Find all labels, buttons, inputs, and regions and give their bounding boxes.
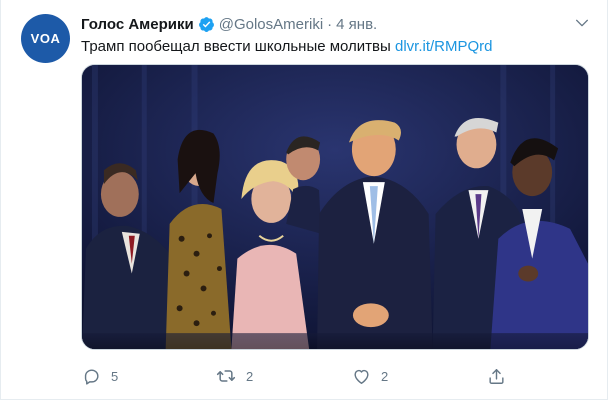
- photo-image: [82, 65, 588, 349]
- share-button[interactable]: [486, 364, 526, 388]
- tweet-date[interactable]: 4 янв.: [336, 16, 377, 33]
- author-handle[interactable]: @GolosAmeriki: [219, 16, 323, 33]
- tweet-photo[interactable]: [81, 64, 589, 350]
- tweet-header: Голос Америки @GolosAmeriki · 4 янв.: [81, 14, 577, 34]
- like-count: 2: [381, 368, 389, 384]
- avatar-logo-text: VOA: [30, 31, 61, 46]
- retweet-button[interactable]: 2: [216, 364, 351, 388]
- retweet-count: 2: [246, 368, 254, 384]
- reply-button[interactable]: 5: [81, 364, 216, 388]
- separator-dot: ·: [327, 15, 333, 33]
- author-name[interactable]: Голос Америки: [81, 16, 194, 33]
- heart-icon: [351, 366, 371, 386]
- tweet-link[interactable]: dlvr.it/RMPQrd: [395, 38, 493, 55]
- tweet-text: Трамп пообещал ввести школьные молитвы d…: [81, 37, 587, 57]
- chevron-down-icon[interactable]: [573, 14, 591, 32]
- reply-icon: [81, 366, 101, 386]
- share-icon: [486, 366, 506, 386]
- retweet-icon: [216, 366, 236, 386]
- like-button[interactable]: 2: [351, 364, 486, 388]
- tweet-card[interactable]: VOA Голос Америки @GolosAmeriki · 4 янв.…: [0, 0, 608, 400]
- verified-badge-icon: [198, 16, 215, 33]
- reply-count: 5: [111, 368, 119, 384]
- tweet-actions: 5 2 2: [81, 364, 589, 388]
- avatar[interactable]: VOA: [21, 14, 70, 63]
- tweet-body: Трамп пообещал ввести школьные молитвы: [81, 38, 395, 55]
